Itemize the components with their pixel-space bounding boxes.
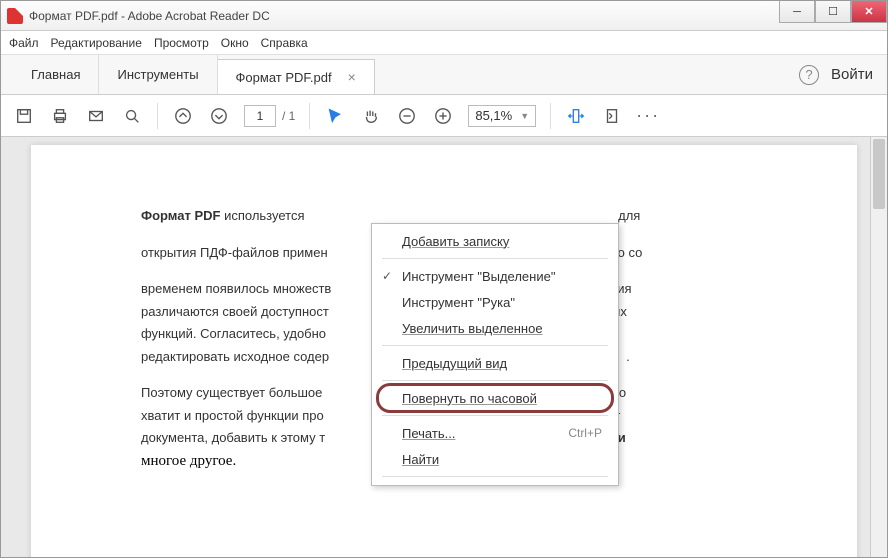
minimize-button[interactable]: ─ — [779, 1, 815, 23]
toolbar: / 1 85,1% ▼ ··· — [1, 95, 887, 137]
title-bar: Формат PDF.pdf - Adobe Acrobat Reader DC… — [1, 1, 887, 31]
vertical-scrollbar[interactable] — [870, 137, 887, 557]
menu-separator — [382, 476, 608, 477]
menu-tool-selection[interactable]: Инструмент "Выделение" — [372, 263, 618, 289]
window-title: Формат PDF.pdf - Adobe Acrobat Reader DC — [29, 9, 270, 23]
hand-tool-icon[interactable] — [360, 105, 382, 127]
tab-home-label: Главная — [31, 67, 80, 82]
page-field: / 1 — [244, 105, 295, 127]
page-input[interactable] — [244, 105, 276, 127]
more-icon[interactable]: ··· — [637, 105, 659, 127]
context-menu: Добавить записку Инструмент "Выделение" … — [371, 223, 619, 486]
window-controls: ─ ☐ ✕ — [779, 1, 887, 23]
menu-rotate-clockwise-label: Повернуть по часовой — [402, 391, 537, 406]
zoom-combo[interactable]: 85,1% ▼ — [468, 105, 536, 127]
menu-help[interactable]: Справка — [261, 36, 308, 50]
zoom-out-icon[interactable] — [396, 105, 418, 127]
menu-tool-selection-label: Инструмент "Выделение" — [402, 269, 555, 284]
menu-print-label: Печать... — [402, 426, 455, 441]
fit-width-icon[interactable] — [565, 105, 587, 127]
tab-document[interactable]: Формат PDF.pdf × — [218, 59, 375, 94]
zoom-value: 85,1% — [475, 108, 512, 123]
menu-window[interactable]: Окно — [221, 36, 249, 50]
page-down-icon[interactable] — [208, 105, 230, 127]
page-total: / 1 — [282, 109, 295, 123]
fit-page-icon[interactable] — [601, 105, 623, 127]
print-icon[interactable] — [49, 105, 71, 127]
menu-file[interactable]: Файл — [9, 36, 39, 50]
maximize-button[interactable]: ☐ — [815, 1, 851, 23]
menu-separator — [382, 415, 608, 416]
help-icon[interactable]: ? — [799, 65, 819, 85]
save-icon[interactable] — [13, 105, 35, 127]
zoom-in-icon[interactable] — [432, 105, 454, 127]
menu-tool-hand-label: Инструмент "Рука" — [402, 295, 515, 310]
app-icon — [7, 8, 23, 24]
scrollbar-thumb[interactable] — [873, 139, 885, 209]
menu-zoom-selected-label: Увеличить выделенное — [402, 321, 543, 336]
menu-rotate-clockwise[interactable]: Повернуть по часовой — [372, 385, 618, 411]
menu-add-note-label: Добавить записку — [402, 234, 509, 249]
menu-bar: Файл Редактирование Просмотр Окно Справк… — [1, 31, 887, 55]
menu-separator — [382, 380, 608, 381]
menu-print[interactable]: Печать... Ctrl+P — [372, 420, 618, 446]
menu-edit[interactable]: Редактирование — [51, 36, 142, 50]
tab-bar: Главная Инструменты Формат PDF.pdf × ? В… — [1, 55, 887, 95]
menu-print-shortcut: Ctrl+P — [568, 426, 602, 440]
menu-add-note[interactable]: Добавить записку — [372, 228, 618, 254]
menu-view[interactable]: Просмотр — [154, 36, 209, 50]
tab-document-label: Формат PDF.pdf — [236, 70, 332, 85]
menu-find-label: Найти — [402, 452, 439, 467]
selection-tool-icon[interactable] — [324, 105, 346, 127]
menu-zoom-selected[interactable]: Увеличить выделенное — [372, 315, 618, 341]
login-button[interactable]: Войти — [831, 66, 873, 83]
menu-find[interactable]: Найти — [372, 446, 618, 472]
menu-previous-view[interactable]: Предыдущий вид — [372, 350, 618, 376]
close-button[interactable]: ✕ — [851, 1, 887, 23]
tab-home[interactable]: Главная — [13, 55, 99, 94]
page-up-icon[interactable] — [172, 105, 194, 127]
tab-tools-label: Инструменты — [117, 67, 198, 82]
tab-tools[interactable]: Инструменты — [99, 55, 217, 94]
tab-close-icon[interactable]: × — [348, 69, 356, 85]
menu-previous-view-label: Предыдущий вид — [402, 356, 507, 371]
menu-tool-hand[interactable]: Инструмент "Рука" — [372, 289, 618, 315]
menu-separator — [382, 345, 608, 346]
chevron-down-icon: ▼ — [520, 111, 529, 121]
mail-icon[interactable] — [85, 105, 107, 127]
search-icon[interactable] — [121, 105, 143, 127]
menu-separator — [382, 258, 608, 259]
